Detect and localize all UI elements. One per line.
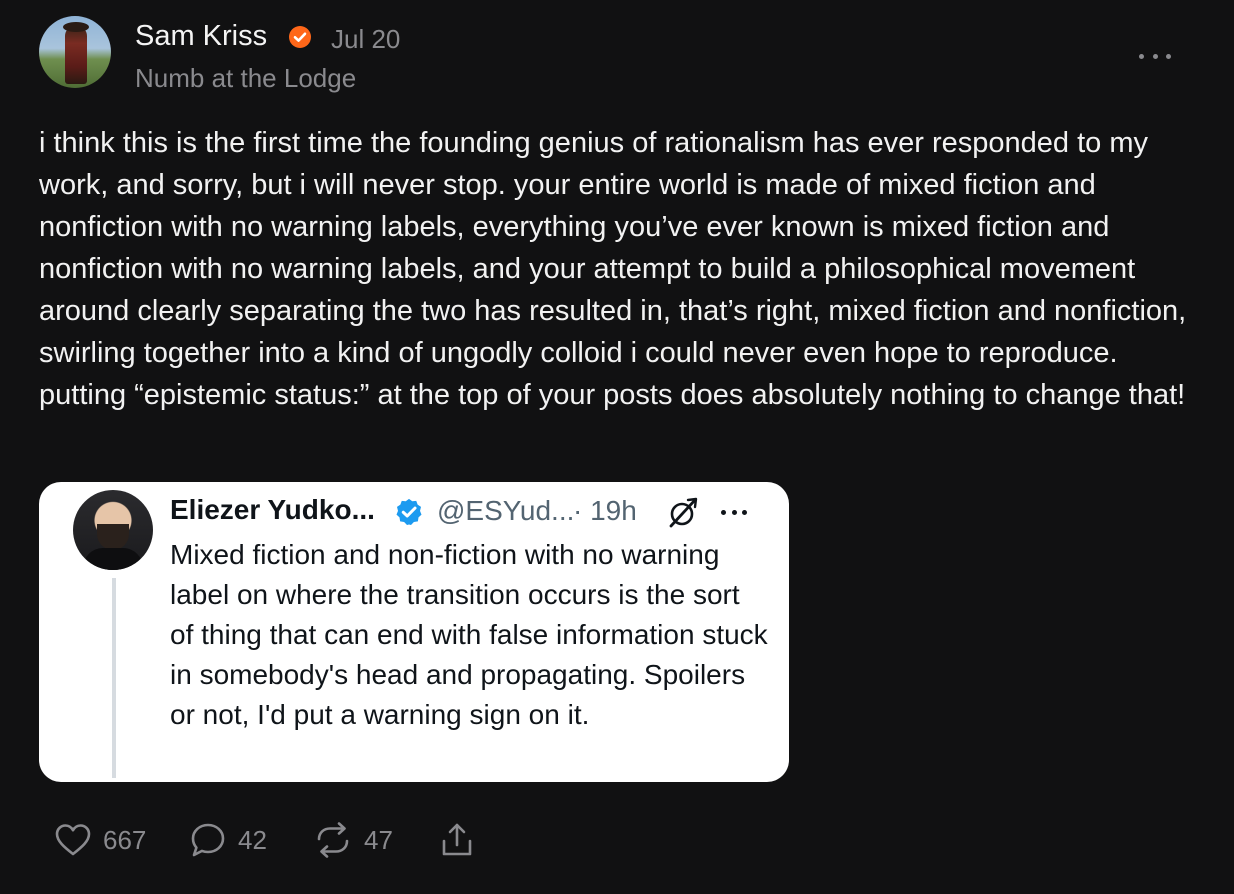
comment-button[interactable]: 42 — [190, 820, 267, 860]
avatar-beard — [97, 524, 129, 550]
more-icon-dot — [1139, 53, 1144, 59]
publication-name[interactable]: Numb at the Lodge — [135, 63, 356, 94]
comment-count: 42 — [238, 824, 267, 855]
like-count: 667 — [103, 824, 147, 855]
more-icon-dot — [1166, 53, 1171, 59]
like-button[interactable]: 667 — [55, 820, 146, 860]
more-icon-dot — [1152, 53, 1158, 59]
quoted-tweet-time: · 19h — [573, 495, 637, 526]
restack-count: 47 — [364, 824, 393, 855]
quoted-tweet-text: Mixed fiction and non-fiction with no wa… — [170, 539, 768, 730]
quoted-author-handle[interactable]: @ESYud... — [437, 495, 574, 527]
verified-badge-icon — [396, 498, 422, 525]
author-avatar[interactable] — [39, 16, 111, 88]
post-body: i think this is the first time the found… — [39, 127, 1187, 411]
avatar-figure — [65, 26, 87, 84]
more-icon-dot — [731, 509, 737, 515]
grok-icon[interactable] — [666, 496, 700, 530]
verified-badge-icon — [289, 26, 311, 48]
restack-arrows-icon — [317, 822, 349, 858]
quoted-author-avatar[interactable] — [73, 490, 153, 570]
share-button[interactable] — [439, 820, 475, 860]
quoted-more-icon[interactable] — [721, 508, 747, 516]
more-icon-dot — [721, 509, 726, 515]
quoted-tweet-header: Eliezer Yudko... @ESYud... · 19h — [170, 494, 770, 530]
restack-button[interactable]: 47 — [314, 820, 393, 860]
heart-icon — [55, 824, 91, 856]
author-name[interactable]: Sam Kriss — [135, 20, 267, 53]
more-options-button[interactable] — [1139, 44, 1171, 68]
thread-line — [112, 578, 116, 778]
more-icon-dot — [742, 509, 747, 515]
avatar-hat — [63, 22, 89, 32]
share-upload-icon — [442, 823, 472, 856]
quoted-author-name[interactable]: Eliezer Yudko... — [170, 494, 375, 526]
avatar-shirt — [83, 548, 143, 570]
quoted-tweet-card[interactable]: Eliezer Yudko... @ESYud... · 19h Mixed f… — [39, 482, 789, 782]
post-date[interactable]: Jul 20 — [331, 24, 400, 55]
comment-bubble-icon — [191, 823, 225, 857]
